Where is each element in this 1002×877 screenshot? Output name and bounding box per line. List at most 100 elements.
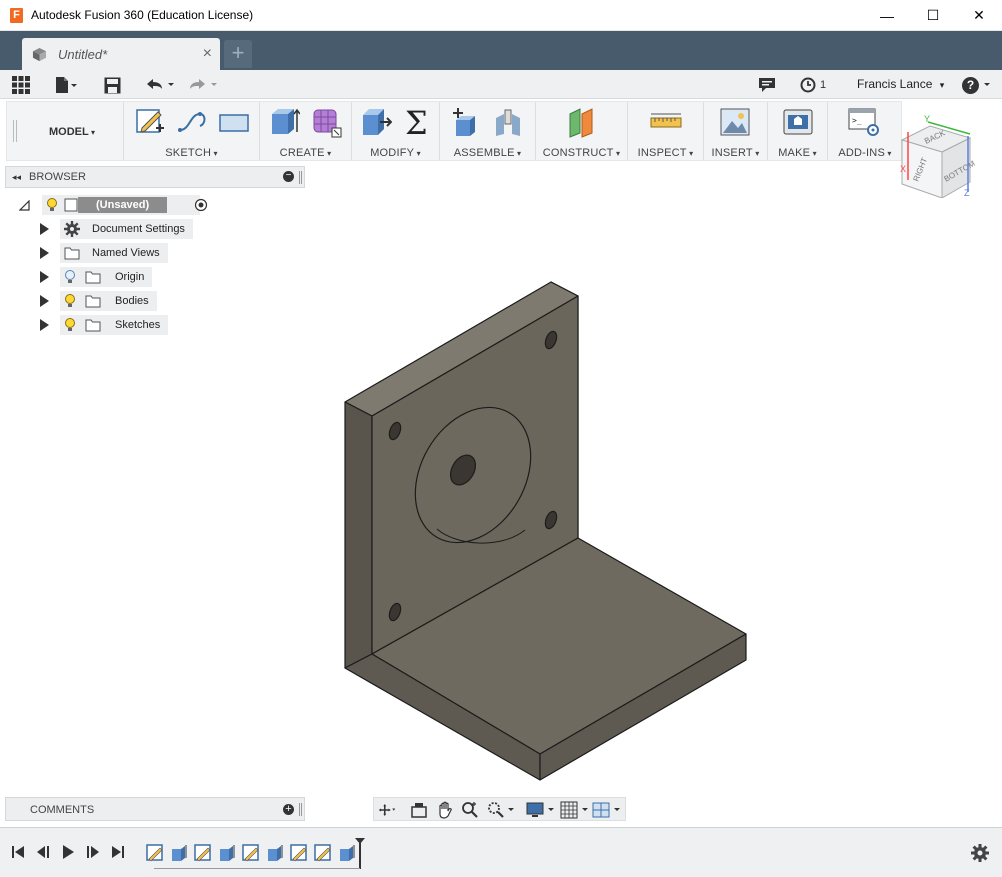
new-tab-button[interactable]: + [224, 40, 252, 68]
step-forward-icon[interactable] [85, 844, 101, 860]
3d-print-icon[interactable] [782, 106, 814, 138]
visibility-bulb-icon[interactable] [64, 317, 76, 333]
insert-image-icon[interactable] [719, 106, 751, 138]
expand-arrow-icon[interactable] [40, 295, 49, 307]
help-caret-icon [984, 83, 990, 86]
insert-group[interactable]: INSERT [704, 102, 768, 160]
browser-node-sketches[interactable]: Sketches [40, 315, 169, 335]
zoom-icon[interactable] [461, 801, 479, 819]
expand-open-icon[interactable] [19, 199, 30, 211]
comment-bubble-icon [759, 78, 775, 92]
modify-group[interactable]: Σ MODIFY [352, 102, 440, 160]
comments-pin-icon[interactable] [299, 803, 302, 816]
data-panel-button[interactable] [12, 75, 30, 95]
activate-radio-icon[interactable] [194, 198, 208, 212]
look-at-icon[interactable] [410, 801, 428, 819]
play-icon[interactable] [60, 844, 76, 860]
comments-panel: COMMENTS + [5, 797, 305, 821]
inspect-menu-label[interactable]: INSPECT [628, 147, 703, 159]
compute-sum-icon[interactable]: Σ [402, 106, 434, 138]
pan-hand-icon[interactable] [436, 801, 454, 819]
extrude-icon[interactable] [268, 106, 300, 138]
assemble-menu-label[interactable]: ASSEMBLE [440, 147, 535, 159]
expand-arrow-icon[interactable] [40, 319, 49, 331]
rectangle-tool-icon[interactable] [218, 106, 250, 138]
assemble-group[interactable]: ASSEMBLE [440, 102, 536, 160]
browser-node-document-settings[interactable]: Document Settings [40, 219, 193, 239]
offset-plane-icon[interactable] [566, 106, 598, 138]
grid-settings-icon[interactable] [560, 801, 590, 819]
folder-icon [85, 271, 101, 284]
close-tab-icon[interactable]: × [203, 45, 212, 63]
make-group[interactable]: MAKE [768, 102, 828, 160]
timeline-settings-gear-icon[interactable] [971, 844, 989, 862]
file-menu-button[interactable] [54, 75, 78, 95]
undo-button[interactable] [144, 75, 176, 95]
construct-menu-label[interactable]: CONSTRUCT [536, 147, 627, 159]
collapse-browser-icon[interactable]: ◂◂ [12, 172, 21, 183]
press-pull-icon[interactable] [360, 106, 392, 138]
viewports-icon[interactable] [592, 801, 622, 819]
save-button[interactable] [104, 75, 121, 95]
maximize-button[interactable]: ☐ [910, 0, 956, 31]
add-ins-menu-label[interactable]: ADD-INS [828, 147, 902, 159]
expand-arrow-icon[interactable] [40, 247, 49, 259]
timeline-sketch-icon[interactable] [194, 844, 212, 862]
comments-title: COMMENTS [30, 804, 95, 816]
go-to-end-icon[interactable] [110, 844, 126, 860]
joint-icon[interactable] [492, 106, 524, 138]
close-window-button[interactable]: ✕ [956, 0, 1002, 31]
timeline-extrude-icon[interactable] [170, 844, 188, 862]
browser-node-origin[interactable]: Origin [40, 267, 153, 287]
timeline-sketch-icon[interactable] [146, 844, 164, 862]
browser-node-bodies[interactable]: Bodies [40, 291, 157, 311]
sketch-group[interactable]: SKETCH [124, 102, 260, 160]
construct-group[interactable]: CONSTRUCT [536, 102, 628, 160]
notifications-button[interactable] [758, 75, 776, 95]
document-tab[interactable]: Untitled* × [22, 38, 220, 70]
expand-arrow-icon[interactable] [40, 223, 49, 235]
browser-node-named-views[interactable]: Named Views [40, 243, 168, 263]
file-icon [56, 77, 77, 93]
visibility-bulb-icon[interactable] [64, 293, 76, 309]
timeline-sketch-icon[interactable] [314, 844, 332, 862]
timeline-extrude-icon[interactable] [218, 844, 236, 862]
modify-menu-label[interactable]: MODIFY [352, 147, 439, 159]
add-ins-group[interactable]: >_ ADD-INS [828, 102, 902, 160]
display-settings-icon[interactable] [526, 801, 556, 819]
help-button[interactable]: ? [962, 75, 992, 95]
user-account-menu[interactable]: Francis Lance ▾ [857, 77, 944, 91]
visibility-bulb-icon[interactable] [46, 197, 58, 213]
redo-button[interactable] [187, 75, 219, 95]
job-status-button[interactable]: 1 [800, 75, 826, 95]
visibility-bulb-off-icon[interactable] [64, 269, 76, 285]
create-menu-label[interactable]: CREATE [260, 147, 351, 159]
step-back-icon[interactable] [35, 844, 51, 860]
make-menu-label[interactable]: MAKE [768, 147, 827, 159]
form-icon[interactable] [310, 106, 342, 138]
expand-arrow-icon[interactable] [40, 271, 49, 283]
measure-icon[interactable] [650, 106, 682, 138]
new-component-icon[interactable] [450, 106, 482, 138]
browser-pin-icon[interactable] [299, 171, 302, 184]
go-to-start-icon[interactable] [10, 844, 26, 860]
create-group[interactable]: CREATE [260, 102, 352, 160]
zoom-window-icon[interactable] [486, 801, 516, 819]
browser-minimize-icon[interactable]: − [283, 171, 294, 182]
sketch-menu-label[interactable]: SKETCH [124, 147, 259, 159]
minimize-button[interactable]: — [864, 0, 910, 31]
inspect-group[interactable]: INSPECT [628, 102, 704, 160]
timeline-extrude-icon[interactable] [266, 844, 284, 862]
timeline-sketch-icon[interactable] [290, 844, 308, 862]
timeline-sketch-icon[interactable] [242, 844, 260, 862]
browser-root-node[interactable]: (Unsaved) [19, 195, 208, 215]
create-sketch-icon[interactable] [134, 106, 166, 138]
insert-menu-label[interactable]: INSERT [704, 147, 767, 159]
scripts-addins-icon[interactable]: >_ [848, 106, 880, 138]
line-tool-icon[interactable] [176, 106, 208, 138]
viewcube[interactable]: BACK RIGHT BOTTOM Y X Z [898, 112, 982, 198]
l-bracket-body[interactable] [344, 281, 747, 781]
orbit-icon[interactable] [378, 801, 396, 819]
workspace-switcher[interactable]: MODEL [7, 102, 124, 160]
add-comment-icon[interactable]: + [283, 804, 294, 815]
